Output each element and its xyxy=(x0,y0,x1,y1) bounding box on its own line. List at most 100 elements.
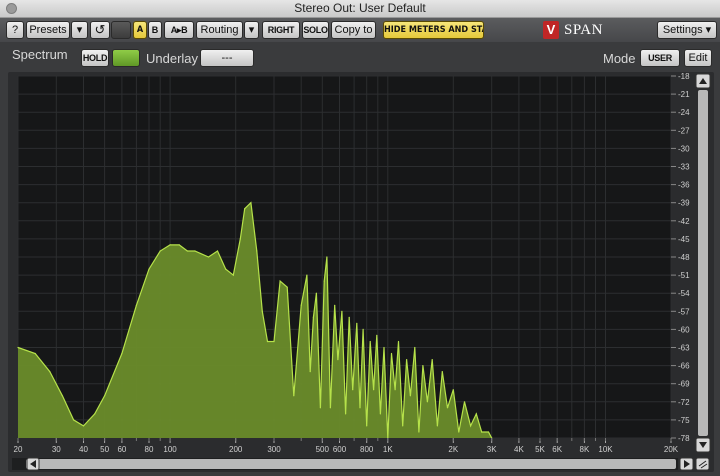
spectrum-point xyxy=(362,328,364,330)
x-tick-label: 10K xyxy=(598,445,613,454)
preset-b-button[interactable]: B xyxy=(148,21,162,39)
spectrum-point xyxy=(273,340,275,343)
spectrum-point xyxy=(348,316,350,318)
chevron-down-icon: ▾ xyxy=(248,24,255,36)
presets-dropdown-button[interactable]: ▾ xyxy=(71,21,88,39)
spectrum-point xyxy=(104,395,106,397)
record-toggle[interactable] xyxy=(111,21,131,39)
spectrum-point xyxy=(487,431,490,433)
x-tick-label: 800 xyxy=(360,445,374,454)
spectrum-point xyxy=(194,250,196,252)
y-tick-label: -63 xyxy=(678,344,690,353)
spectrum-point xyxy=(266,340,269,343)
spectrum-point xyxy=(418,431,420,433)
x-tick-label: 50 xyxy=(100,445,109,454)
spectrum-point xyxy=(17,346,19,349)
x-tick-label: 4K xyxy=(514,445,524,454)
x-tick-label: 60 xyxy=(117,445,126,454)
spectrum-point xyxy=(186,250,188,252)
spectrum-point xyxy=(356,322,358,324)
spectrum-point xyxy=(334,304,336,306)
settings-button[interactable]: Settings ▾ xyxy=(657,21,717,39)
spectrum-point xyxy=(73,419,75,421)
y-tick-label: -39 xyxy=(678,199,690,208)
horizontal-scroll-thumb[interactable] xyxy=(26,459,676,469)
spectrum-point xyxy=(446,407,449,409)
underlay-label: Underlay xyxy=(146,51,199,66)
spectrum-point xyxy=(383,346,385,349)
vertical-scroll-thumb[interactable] xyxy=(698,90,708,436)
spectrum-point xyxy=(402,425,404,427)
mode-select[interactable]: USER xyxy=(640,49,680,67)
y-tick-label: -48 xyxy=(678,253,690,262)
x-tick-label: 500 xyxy=(316,445,330,454)
spectrum-point xyxy=(373,389,375,391)
hold-indicator-toggle[interactable] xyxy=(112,49,140,67)
spectrum-point xyxy=(436,425,438,427)
spectrum-point xyxy=(121,352,123,355)
spectrum-point xyxy=(329,407,331,409)
routing-button[interactable]: Routing xyxy=(196,21,243,39)
x-tick-label: 20 xyxy=(14,445,23,454)
y-tick-label: -45 xyxy=(678,235,690,244)
spectrum-point xyxy=(178,244,180,246)
spectrum-point xyxy=(261,310,263,312)
spectrum-point xyxy=(431,359,433,361)
spectrum-point xyxy=(315,292,317,294)
channel-select-button[interactable]: RIGHT xyxy=(262,21,300,39)
spectrum-point xyxy=(300,304,302,306)
spectrum-point xyxy=(452,389,454,391)
spectrum-point xyxy=(394,389,396,391)
routing-dropdown-button[interactable]: ▾ xyxy=(244,21,259,39)
spectrum-point xyxy=(159,250,161,252)
spectrum-point xyxy=(390,352,393,355)
y-tick-label: -36 xyxy=(678,181,690,190)
y-tick-label: -54 xyxy=(678,289,690,298)
x-tick-label: 8K xyxy=(580,445,590,454)
spectrum-point xyxy=(366,425,368,427)
mode-label: Mode xyxy=(603,51,636,66)
y-tick-label: -42 xyxy=(678,217,690,226)
spectrum-point xyxy=(441,371,443,373)
window-titlebar: Stereo Out: User Default xyxy=(0,0,720,18)
underlay-select[interactable]: --- xyxy=(200,49,254,67)
solo-button[interactable]: SOLO xyxy=(302,21,329,39)
help-button[interactable]: ? xyxy=(6,21,24,39)
spectrum-point xyxy=(341,310,343,312)
spectrum-point xyxy=(463,401,466,403)
spectrum-point xyxy=(94,413,96,415)
spectrum-point xyxy=(475,413,477,415)
brand-name: SPAN xyxy=(564,22,603,38)
spectrum-point xyxy=(239,238,241,240)
spectrum-analyzer[interactable]: 20 30 40 50 60 80 100 200 300 500 600 800 1K 2K 3K 4K 5K… xyxy=(0,72,720,476)
x-tick-label: 6K xyxy=(552,445,562,454)
y-tick-label: -30 xyxy=(678,144,690,153)
x-tick-label: 40 xyxy=(79,445,88,454)
y-tick-label: -66 xyxy=(678,362,690,371)
spectrum-point xyxy=(279,280,281,282)
spectrum-point xyxy=(148,268,150,270)
spectrum-point xyxy=(352,389,354,391)
presets-button[interactable]: Presets xyxy=(26,21,70,39)
y-tick-label: -75 xyxy=(678,416,690,425)
spectrum-controls: Spectrum HOLD Underlay --- Mode USER Edi… xyxy=(0,43,720,73)
undo-button[interactable]: ↺ xyxy=(90,21,110,39)
edit-button[interactable]: Edit xyxy=(684,49,712,67)
hide-meters-button[interactable]: HIDE METERS AND STATS xyxy=(383,21,484,39)
x-tick-label: 200 xyxy=(229,445,243,454)
x-tick-label: 5K xyxy=(535,445,545,454)
spectrum-point xyxy=(470,425,472,427)
x-tick-label: 1K xyxy=(383,445,393,454)
spectrum-point xyxy=(345,413,347,415)
spectrum-point xyxy=(481,431,483,433)
spectrum-point xyxy=(306,274,308,276)
copy-a-to-b-button[interactable]: A▸B xyxy=(164,21,194,39)
hold-button[interactable]: HOLD xyxy=(81,49,109,67)
spectrum-point xyxy=(414,346,416,349)
y-tick-label: -78 xyxy=(678,434,690,443)
copy-to-button[interactable]: Copy to xyxy=(331,21,376,39)
preset-a-button[interactable]: A xyxy=(133,21,147,39)
spectrum-label: Spectrum xyxy=(12,47,68,62)
spectrum-point xyxy=(326,256,328,258)
spectrum-point xyxy=(337,359,339,361)
